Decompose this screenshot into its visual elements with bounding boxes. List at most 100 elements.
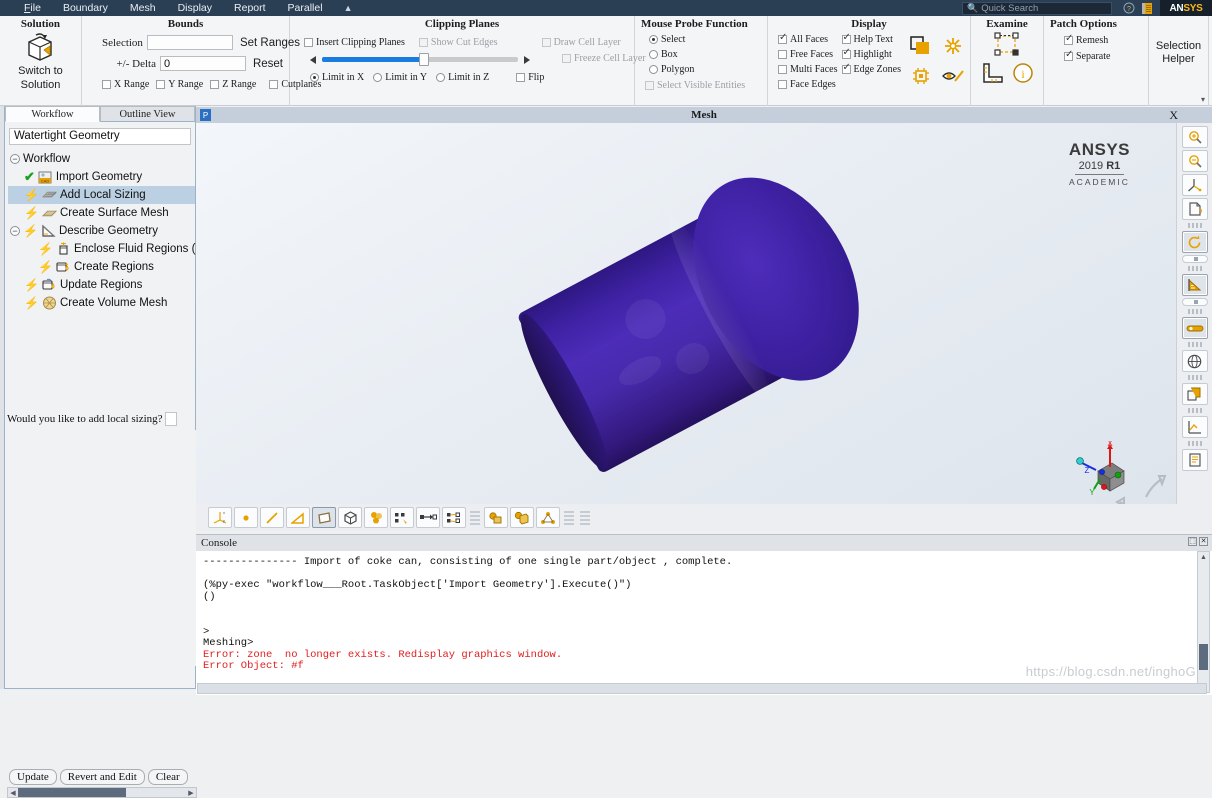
- tree-item-describe-geometry[interactable]: − ⚡ Describe Geometry: [8, 222, 195, 240]
- slider-left-arrow-icon[interactable]: [310, 55, 316, 64]
- close-icon[interactable]: X: [1169, 107, 1178, 123]
- tree-item-add-local-sizing[interactable]: ⚡ Add Local Sizing: [8, 186, 195, 204]
- menu-item-parallel[interactable]: Parallel: [277, 0, 334, 16]
- tree-item-create-regions[interactable]: ⚡ Create Regions: [8, 258, 195, 276]
- console-output[interactable]: --------------- Import of coke can, cons…: [197, 551, 1193, 679]
- report-icon[interactable]: [1181, 449, 1208, 471]
- scroll-left-arrow-icon[interactable]: ◀: [8, 789, 18, 797]
- slider-track[interactable]: [322, 53, 518, 66]
- copy-view-icon[interactable]: [1181, 383, 1208, 405]
- axis-probe-icon[interactable]: xy: [208, 507, 232, 528]
- snowflake-icon[interactable]: [943, 36, 963, 59]
- scroll-thumb[interactable]: [18, 788, 126, 797]
- info-icon[interactable]: i: [1012, 62, 1034, 89]
- expander-icon[interactable]: −: [10, 226, 20, 236]
- rotate-view-icon[interactable]: [1181, 231, 1208, 253]
- volume-select-icon[interactable]: [510, 507, 534, 528]
- zone-select-icon[interactable]: [390, 507, 414, 528]
- expander-icon[interactable]: −: [10, 154, 20, 164]
- graphics-canvas[interactable]: ANSYS 2019 R1 ACADEMIC X Y Z: [196, 123, 1176, 531]
- float-icon[interactable]: ⬚: [1188, 537, 1197, 546]
- tree-root-workflow[interactable]: − Workflow: [8, 150, 195, 168]
- clipping-slider[interactable]: [296, 53, 530, 66]
- chip-icon[interactable]: [911, 66, 931, 89]
- remesh-checkbox[interactable]: Remesh: [1064, 33, 1108, 46]
- console-horizontal-scrollbar[interactable]: [197, 683, 1207, 694]
- y-range-checkbox[interactable]: Y Range: [156, 79, 203, 90]
- box-select-icon[interactable]: [338, 507, 362, 528]
- limit-in-x-radio[interactable]: Limit in X: [310, 72, 364, 83]
- line-select-icon[interactable]: [260, 507, 284, 528]
- x-range-checkbox[interactable]: X Range: [102, 79, 149, 90]
- manual-icon[interactable]: [1138, 0, 1156, 16]
- help-text-checkbox[interactable]: Help Text: [841, 32, 893, 45]
- coke-can-mesh-object[interactable]: [496, 125, 906, 513]
- task-prompt-input[interactable]: [164, 412, 177, 426]
- view-slider-2[interactable]: [1181, 298, 1208, 306]
- bounding-box-icon[interactable]: [993, 32, 1021, 61]
- flip-checkbox[interactable]: Flip: [516, 72, 544, 83]
- perspective-icon[interactable]: [1181, 350, 1208, 372]
- selection-input[interactable]: [146, 35, 233, 50]
- z-range-checkbox[interactable]: Z Range: [210, 79, 256, 90]
- area-select-icon[interactable]: [286, 507, 310, 528]
- edge-zones-checkbox[interactable]: Edge Zones: [841, 62, 901, 75]
- cell-select-icon[interactable]: [364, 507, 388, 528]
- quick-search-input[interactable]: 🔍 Quick Search: [962, 1, 1112, 15]
- free-faces-checkbox[interactable]: Free Faces: [778, 49, 833, 60]
- color-bar-icon[interactable]: [1181, 317, 1208, 339]
- ruler-icon[interactable]: [980, 62, 1004, 89]
- view-slider-1[interactable]: [1181, 255, 1208, 263]
- axis-triad-icon[interactable]: [1181, 174, 1208, 196]
- collapse-ribbon-caret-icon[interactable]: ▲: [334, 3, 363, 13]
- workflow-type-dropdown[interactable]: Watertight Geometry: [9, 128, 191, 145]
- separate-checkbox[interactable]: Separate: [1064, 49, 1110, 62]
- slider-right-arrow-icon[interactable]: [524, 55, 530, 64]
- reset-button[interactable]: Reset: [253, 58, 283, 70]
- ribbon-expand-caret-icon[interactable]: ▾: [1201, 95, 1205, 104]
- chart-axes-icon[interactable]: [1181, 416, 1208, 438]
- face-select-icon[interactable]: [312, 507, 336, 528]
- node-select-icon[interactable]: [536, 507, 560, 528]
- probe-polygon-radio[interactable]: Polygon: [649, 64, 694, 75]
- zoom-in-icon[interactable]: [1181, 126, 1208, 148]
- point-select-icon[interactable]: [234, 507, 258, 528]
- zoom-out-icon[interactable]: [1181, 150, 1208, 172]
- probe-box-radio[interactable]: Box: [649, 49, 678, 60]
- scroll-right-arrow-icon[interactable]: ▶: [186, 789, 196, 797]
- highlight-checkbox[interactable]: Highlight: [841, 47, 892, 60]
- lighting-icon[interactable]: [1181, 274, 1208, 296]
- slider-knob[interactable]: [418, 53, 429, 66]
- tab-outline-view[interactable]: Outline View: [100, 106, 195, 122]
- menu-item-mesh[interactable]: Mesh: [119, 0, 167, 16]
- multi-faces-checkbox[interactable]: Multi Faces: [778, 64, 838, 75]
- probe-select-radio[interactable]: Select: [649, 34, 685, 45]
- menu-item-file[interactable]: File: [0, 0, 52, 16]
- limit-in-y-radio[interactable]: Limit in Y: [373, 72, 427, 83]
- revert-and-edit-button[interactable]: Revert and Edit: [59, 769, 145, 785]
- tree-item-update-regions[interactable]: ⚡ Update Regions: [8, 276, 195, 294]
- delta-input[interactable]: [159, 56, 246, 71]
- tab-workflow[interactable]: Workflow: [5, 106, 100, 122]
- help-icon[interactable]: ?: [1120, 0, 1138, 16]
- switch-to-solution-button[interactable]: Switch to Solution: [18, 32, 63, 92]
- scroll-up-arrow-icon[interactable]: ▲: [1198, 552, 1209, 563]
- tree-item-create-surface-mesh[interactable]: ⚡ Create Surface Mesh: [8, 204, 195, 222]
- menu-item-boundary[interactable]: Boundary: [52, 0, 119, 16]
- insert-clipping-planes-checkbox[interactable]: Insert Clipping Planes: [304, 37, 405, 48]
- grid-select-icon[interactable]: [442, 507, 466, 528]
- update-button[interactable]: Update: [9, 769, 57, 785]
- tree-item-import-geometry[interactable]: ✔ CAD Import Geometry: [8, 168, 195, 186]
- clear-button[interactable]: Clear: [147, 769, 188, 785]
- tree-item-create-volume-mesh[interactable]: ⚡ Create Volume Mesh: [8, 294, 195, 312]
- object-select-icon[interactable]: [484, 507, 508, 528]
- selection-helper-button[interactable]: Selection Helper: [1155, 40, 1202, 66]
- fit-to-window-icon[interactable]: [1181, 198, 1208, 220]
- menu-item-display[interactable]: Display: [167, 0, 223, 16]
- eye-icon[interactable]: [942, 67, 964, 88]
- limit-in-z-radio[interactable]: Limit in Z: [436, 72, 489, 83]
- close-console-icon[interactable]: ✕: [1199, 537, 1208, 546]
- face-edges-checkbox[interactable]: Face Edges: [778, 79, 836, 90]
- menu-item-report[interactable]: Report: [223, 0, 277, 16]
- panel-horizontal-scrollbar[interactable]: ◀ ▶: [7, 787, 197, 798]
